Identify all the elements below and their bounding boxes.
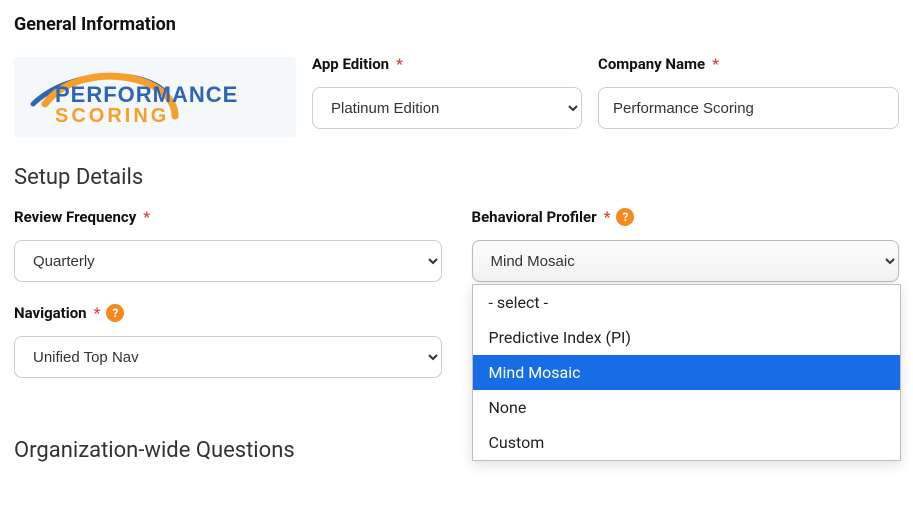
behavioral-profiler-option[interactable]: Predictive Index (PI) (473, 320, 901, 355)
behavioral-profiler-dropdown: Mind Mosaic - select -Predictive Index (… (472, 240, 900, 282)
behavioral-profiler-label: Behavioral Profiler* ? (472, 208, 900, 226)
review-frequency-label: Review Frequency* (14, 208, 442, 226)
behavioral-profiler-select[interactable]: Mind Mosaic (472, 240, 900, 282)
company-name-field: Company Name* (598, 55, 899, 129)
general-row: PERFORMANCE SCORING App Edition* Platinu… (14, 55, 899, 137)
behavioral-profiler-option[interactable]: Mind Mosaic (473, 355, 901, 390)
company-logo: PERFORMANCE SCORING (14, 57, 296, 137)
behavioral-profiler-field: Behavioral Profiler* ? Mind Mosaic - sel… (472, 208, 900, 378)
app-edition-label: App Edition* (312, 55, 582, 73)
required-marker: * (712, 55, 719, 73)
behavioral-profiler-options: - select -Predictive Index (PI)Mind Mosa… (472, 284, 902, 461)
app-edition-select[interactable]: Platinum Edition (312, 87, 582, 129)
performance-scoring-logo: PERFORMANCE SCORING (25, 64, 285, 130)
review-frequency-field: Review Frequency* Quarterly Navigation* … (14, 208, 442, 378)
setup-row-1: Review Frequency* Quarterly Navigation* … (14, 208, 899, 378)
required-marker: * (143, 208, 150, 226)
review-frequency-select[interactable]: Quarterly (14, 240, 442, 282)
required-marker: * (396, 55, 403, 73)
section-setup-title: Setup Details (14, 165, 899, 190)
navigation-label: Navigation* ? (14, 304, 442, 322)
navigation-select[interactable]: Unified Top Nav (14, 336, 442, 378)
app-edition-field: App Edition* Platinum Edition (312, 55, 582, 129)
svg-text:SCORING: SCORING (55, 105, 169, 127)
behavioral-profiler-option[interactable]: - select - (473, 285, 901, 320)
company-name-label: Company Name* (598, 55, 899, 73)
required-marker: * (604, 208, 611, 226)
behavioral-profiler-option[interactable]: Custom (473, 425, 901, 460)
company-name-input[interactable] (598, 87, 899, 129)
behavioral-profiler-option[interactable]: None (473, 390, 901, 425)
svg-text:PERFORMANCE: PERFORMANCE (55, 82, 238, 107)
help-icon[interactable]: ? (106, 304, 124, 322)
required-marker: * (94, 304, 101, 322)
help-icon[interactable]: ? (616, 208, 634, 226)
section-general-title: General Information (14, 14, 899, 35)
